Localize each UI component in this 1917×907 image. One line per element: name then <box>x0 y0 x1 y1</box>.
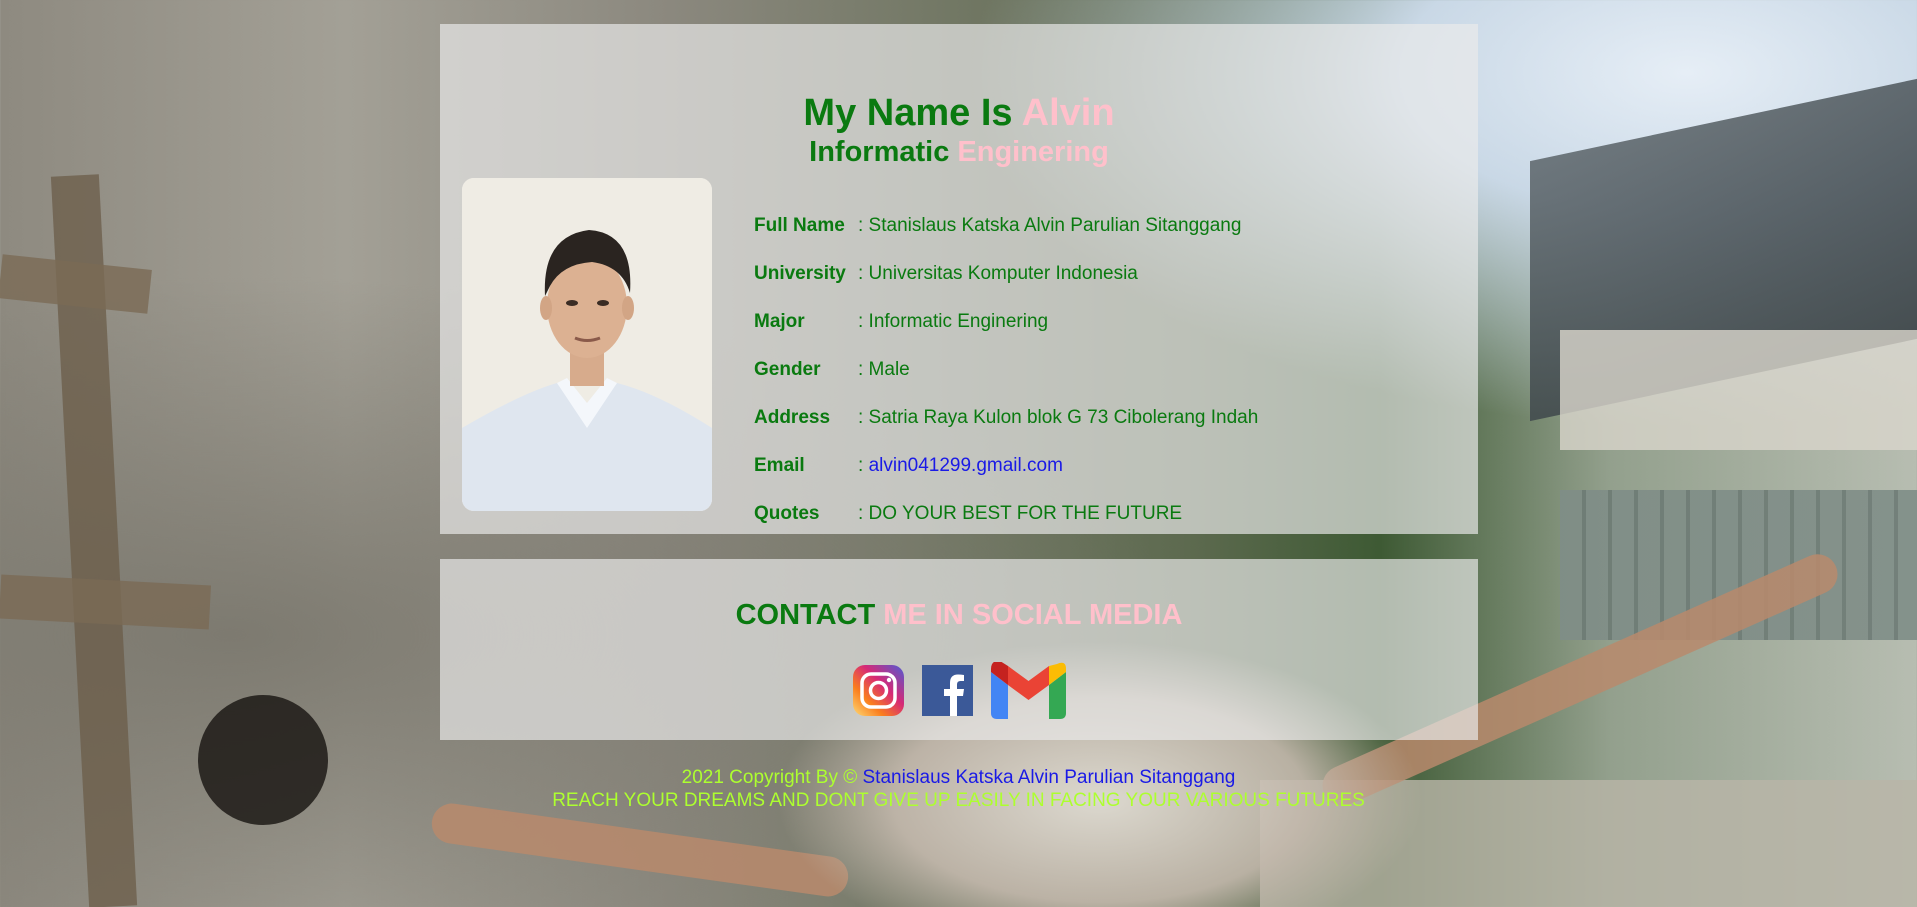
copyright-prefix: 2021 Copyright By © <box>681 767 858 788</box>
info-value: : Satria Raya Kulon blok G 73 Cibolerang… <box>858 407 1259 428</box>
page-title: My Name Is Alvin <box>440 92 1478 135</box>
footer: 2021 Copyright By © Stanislaus Katska Al… <box>0 766 1917 812</box>
copyright-line: 2021 Copyright By © Stanislaus Katska Al… <box>0 766 1917 789</box>
contact-panel: CONTACT ME IN SOCIAL MEDIA <box>440 559 1478 740</box>
info-label: Email <box>754 455 805 476</box>
gmail-icon[interactable] <box>990 660 1066 724</box>
profile-photo <box>462 178 712 511</box>
info-value: : alvin041299.gmail.com <box>856 442 1258 490</box>
contact-title: CONTACT ME IN SOCIAL MEDIA <box>440 599 1478 632</box>
email-link[interactable]: alvin041299.gmail.com <box>869 455 1063 476</box>
info-label: Full Name <box>754 215 845 236</box>
profile-panel: My Name Is Alvin Informatic Enginering F… <box>440 24 1478 534</box>
info-value: : DO YOUR BEST FOR THE FUTURE <box>858 503 1183 524</box>
info-row-address: Address : Satria Raya Kulon blok G 73 Ci… <box>754 394 1258 442</box>
background-wooden-plank <box>0 254 152 314</box>
contact-title-second: ME IN SOCIAL MEDIA <box>883 599 1183 631</box>
title-name: Alvin <box>1021 92 1115 134</box>
email-prefix: : <box>858 455 869 476</box>
info-label: Quotes <box>754 503 820 524</box>
contact-title-first: CONTACT <box>735 599 876 631</box>
instagram-icon[interactable] <box>852 665 904 721</box>
info-row-full-name: Full Name : Stanislaus Katska Alvin Paru… <box>754 202 1258 250</box>
footer-tagline: REACH YOUR DREAMS AND DONT GIVE UP EASIL… <box>552 790 1365 811</box>
info-value: : Stanislaus Katska Alvin Parulian Sitan… <box>858 215 1242 236</box>
info-row-university: University : Universitas Komputer Indone… <box>754 250 1258 298</box>
info-row-gender: Gender : Male <box>754 346 1258 394</box>
title-prefix: My Name Is <box>803 92 1013 134</box>
info-row-quotes: Quotes : DO YOUR BEST FOR THE FUTURE <box>754 490 1258 538</box>
info-value: : Informatic Enginering <box>858 311 1049 332</box>
info-row-major: Major : Informatic Enginering <box>754 298 1258 346</box>
profile-info-table: Full Name : Stanislaus Katska Alvin Paru… <box>754 202 1258 538</box>
info-label: University <box>754 263 846 284</box>
info-label: Gender <box>754 359 821 380</box>
background-house-wall <box>1560 330 1917 450</box>
background-wooden-plank <box>0 574 212 630</box>
info-label: Address <box>754 407 831 428</box>
copyright-author-link[interactable]: Stanislaus Katska Alvin Parulian Sitangg… <box>863 767 1236 788</box>
page-subtitle: Informatic Enginering <box>440 136 1478 169</box>
subtitle-first: Informatic <box>809 136 950 168</box>
facebook-icon[interactable] <box>921 665 973 721</box>
info-label: Major <box>754 311 805 332</box>
subtitle-second: Enginering <box>957 136 1109 168</box>
info-value: : Male <box>858 359 910 380</box>
social-icons <box>440 660 1478 724</box>
profile-photo-image <box>462 178 712 511</box>
info-row-email: Email : alvin041299.gmail.com <box>754 442 1258 490</box>
info-value: : Universitas Komputer Indonesia <box>858 263 1138 284</box>
